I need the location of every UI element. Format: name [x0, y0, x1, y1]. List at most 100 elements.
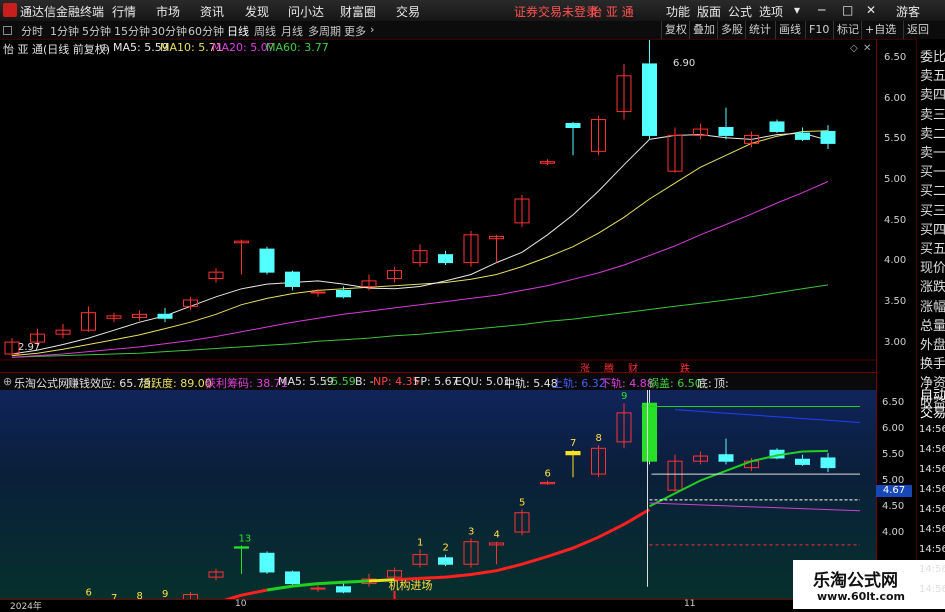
menu-item-quotes[interactable]: 行情 [112, 3, 136, 20]
candle-body [642, 63, 657, 136]
count-label: 9 [162, 589, 168, 599]
quote-field-label[interactable]: 卖四 [920, 84, 945, 103]
minimize-icon[interactable]: ─ [818, 3, 825, 17]
candle-body [438, 254, 453, 264]
quote-field-label[interactable]: 外盘 [920, 334, 945, 353]
quote-field-label[interactable]: 买一 [920, 161, 945, 180]
indicator-chart[interactable]: 345678913123456789机构进场 [0, 380, 876, 612]
menu-item-market[interactable]: 市场 [156, 3, 180, 20]
window-dropdown-icon[interactable]: ▾ [794, 3, 800, 17]
period-30min[interactable]: 30分钟 [151, 23, 187, 39]
guest-label[interactable]: 游客 [896, 3, 920, 20]
time-tick: 14:56 [919, 544, 945, 555]
quote-field-label[interactable]: 买四 [920, 219, 945, 238]
candle-body [769, 121, 785, 132]
ma10-line [11, 130, 829, 357]
date-label-nov: 11 [684, 599, 696, 609]
time-tick: 14:56 [919, 484, 945, 495]
y-tick: 5.50 [884, 133, 907, 144]
period-1min[interactable]: 1分钟 [50, 23, 79, 39]
menu-item-discover[interactable]: 发现 [245, 3, 269, 20]
candlestick-chart[interactable] [0, 36, 876, 372]
high-price-label: 6.90 [673, 58, 696, 69]
date-label-year: 2024年 [10, 602, 42, 612]
maximize-icon[interactable]: □ [842, 3, 853, 17]
menu-item-wealth[interactable]: 财富圈 [340, 3, 376, 20]
tool-stats[interactable]: 统计 [745, 21, 774, 39]
period-weekly[interactable]: 周线 [254, 23, 276, 39]
login-warning[interactable]: 证券交易未登录 [514, 3, 598, 20]
chevron-right-icon[interactable]: › [370, 23, 374, 36]
period-5min[interactable]: 5分钟 [82, 23, 111, 39]
quote-field-label[interactable]: 买二 [920, 180, 945, 199]
indicator-chart-panel[interactable]: 345678913123456789机构进场 [0, 380, 876, 612]
quote-field-label[interactable]: 卖五 [920, 65, 945, 84]
indicator-settings-icon[interactable]: ⊕ [3, 375, 12, 388]
menu-item-assistant[interactable]: 问小达 [288, 3, 324, 20]
candle-body [336, 289, 351, 298]
menu-item-trade[interactable]: 交易 [396, 3, 420, 20]
quote-field-label[interactable]: 换手 [920, 353, 945, 372]
y-tick: 4.50 [884, 215, 907, 226]
quote-field-label[interactable]: 卖三 [920, 104, 945, 123]
indicator-candle-body [438, 557, 453, 565]
y-tick: 5.00 [884, 174, 907, 185]
sub-y-tick: 6.50 [882, 397, 905, 408]
menu-item-options[interactable]: 选项 [759, 3, 783, 20]
tool-overlay[interactable]: 叠加 [689, 21, 718, 39]
count-label: 6 [86, 588, 92, 599]
quote-field-label[interactable]: 卖二 [920, 123, 945, 142]
quote-field-label[interactable]: 涨跌 [920, 276, 945, 295]
main-chart-panel[interactable]: 怡 亚 通(日线 前复权) ⊕ MA5: 5.59 MA10: 5.71 MA2… [0, 36, 876, 375]
menu-item-news[interactable]: 资讯 [200, 3, 224, 20]
y-tick: 3.50 [884, 296, 907, 307]
close-icon[interactable]: ✕ [866, 3, 876, 17]
period-60min[interactable]: 60分钟 [188, 23, 224, 39]
ma60-line [11, 284, 829, 358]
tool-adjust[interactable]: 复权 [661, 21, 690, 39]
indicator-settings-icon[interactable]: ⊕ [100, 41, 109, 54]
indicator-header: ⊕ 乐淘公式网 赚钱效应: 65.79 活跃度: 89.00 获利筹码: 38.… [0, 372, 876, 391]
tool-multi-stock[interactable]: 多股 [717, 21, 746, 39]
period-intraday[interactable]: 分时 [21, 23, 43, 39]
tool-back[interactable]: 返回 [903, 21, 940, 39]
count-label: 6 [545, 469, 551, 480]
tool-draw[interactable]: 画线 [775, 21, 804, 39]
indicator-candle-body [718, 454, 734, 462]
tool-add-watch[interactable]: +自选 [861, 21, 899, 39]
quote-field-label[interactable]: 现价 [920, 257, 945, 276]
period-multi[interactable]: 多周期 [308, 23, 341, 39]
count-label: 3 [468, 526, 474, 537]
candle-body [718, 126, 734, 136]
menu-item-formula[interactable]: 公式 [728, 3, 752, 20]
close-icon[interactable]: ✕ [863, 43, 871, 54]
time-tick: 14:56 [919, 564, 945, 575]
quote-field-label[interactable]: 买三 [920, 200, 945, 219]
panel-toggle-icon[interactable] [3, 26, 12, 35]
tool-f10[interactable]: F10 [805, 21, 832, 39]
candle-body [157, 313, 173, 319]
menu-item-layout[interactable]: 版面 [697, 3, 721, 20]
period-more[interactable]: 更多 [344, 23, 366, 39]
indicator-candle-body [310, 587, 326, 590]
quote-field-label[interactable]: 委比 [920, 46, 945, 65]
candle-body [565, 123, 581, 128]
y-tick: 3.00 [884, 337, 907, 348]
quote-field-label[interactable]: 自动 [920, 384, 945, 403]
count-label: 8 [137, 591, 143, 599]
quote-field-label[interactable]: 卖一 [920, 142, 945, 161]
quote-field-label[interactable]: 总量 [920, 315, 945, 334]
period-daily[interactable]: 日线 [227, 23, 249, 39]
period-monthly[interactable]: 月线 [281, 23, 303, 39]
time-tick: 14:56 [919, 504, 945, 515]
date-label-oct: 10 [235, 599, 247, 609]
quote-field-label[interactable]: 交易 [920, 402, 945, 421]
quote-field-label[interactable]: 买五 [920, 238, 945, 257]
period-15min[interactable]: 15分钟 [114, 23, 150, 39]
diamond-icon[interactable]: ◇ [850, 43, 858, 54]
sub-label-3: 获利筹码: 38.71 [205, 377, 288, 390]
menu-item-function[interactable]: 功能 [666, 3, 690, 20]
count-label: 8 [596, 433, 602, 444]
tool-mark[interactable]: 标记 [833, 21, 862, 39]
quote-field-label[interactable]: 涨幅 [920, 296, 945, 315]
